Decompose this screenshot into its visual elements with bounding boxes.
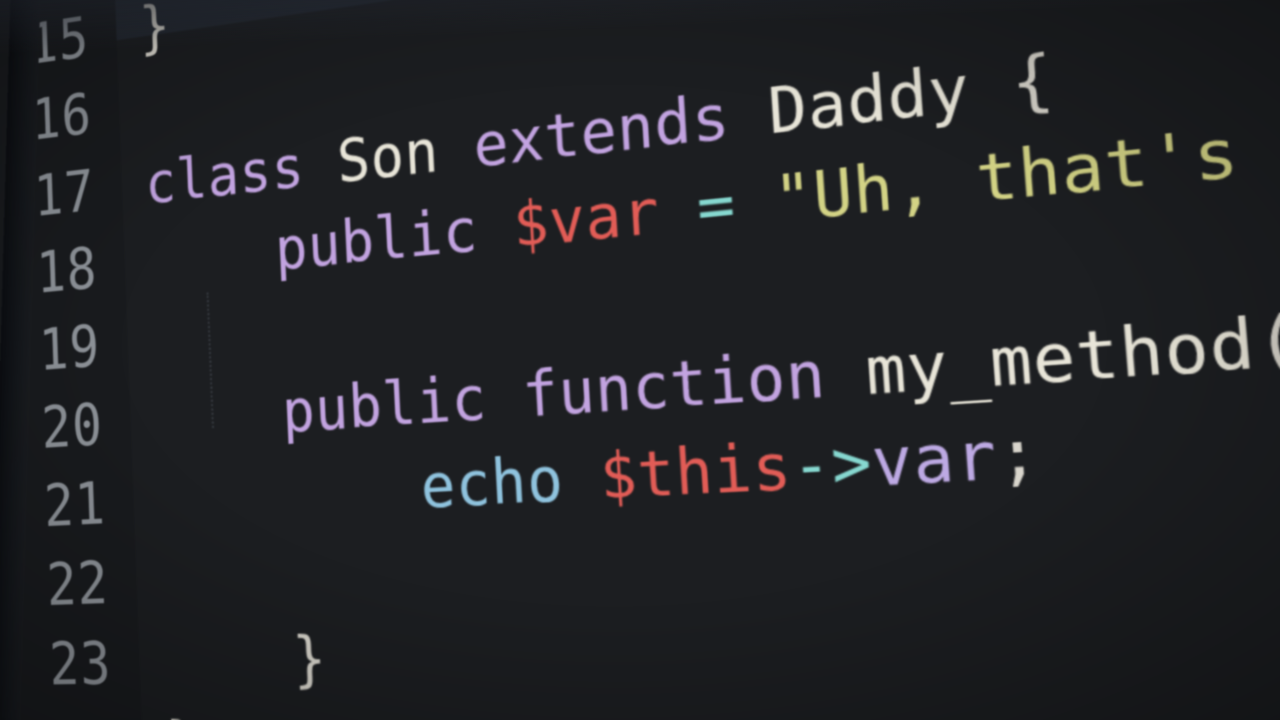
line-number: 24 bbox=[0, 704, 116, 720]
token-op: -> bbox=[789, 423, 875, 505]
token-punc: ; bbox=[994, 413, 1043, 495]
token-kw: class bbox=[144, 131, 306, 217]
token-punc bbox=[476, 190, 515, 265]
token-kw: function bbox=[520, 336, 828, 432]
token-var: $this bbox=[598, 428, 794, 514]
token-punc bbox=[153, 377, 284, 455]
token-name: Son bbox=[336, 115, 441, 196]
code-text[interactable]: } bbox=[165, 703, 200, 720]
token-punc: } bbox=[165, 708, 200, 720]
code-editor-viewport: 13echo "Only14 }15}1617class Son extends… bbox=[0, 0, 1280, 720]
code-lines: 13echo "Only14 }15}1617class Son extends… bbox=[0, 0, 1280, 720]
token-op: = bbox=[695, 166, 738, 244]
code-text[interactable]: } bbox=[138, 0, 172, 68]
line-number: 21 bbox=[0, 464, 107, 551]
token-punc bbox=[823, 333, 869, 413]
token-punc bbox=[967, 45, 1015, 127]
code-text[interactable]: } bbox=[162, 617, 328, 703]
token-punc bbox=[303, 127, 339, 200]
token-name: Daddy bbox=[766, 50, 973, 149]
token-punc: { bbox=[1009, 39, 1058, 122]
token-punc bbox=[156, 451, 423, 535]
line-number: 22 bbox=[0, 544, 110, 629]
token-echo: echo bbox=[419, 442, 565, 522]
token-kw: public bbox=[274, 194, 480, 284]
token-var: $var bbox=[511, 174, 661, 261]
token-punc bbox=[437, 111, 475, 185]
token-punc bbox=[727, 74, 770, 153]
token-punc bbox=[147, 215, 277, 295]
editor-surface[interactable]: 13echo "Only14 }15}1617class Son extends… bbox=[0, 0, 1280, 720]
token-punc: } bbox=[162, 623, 328, 697]
token-kw: public bbox=[281, 361, 489, 446]
line-number: 19 bbox=[0, 307, 101, 398]
token-punc bbox=[657, 170, 699, 248]
token-punc: } bbox=[138, 0, 171, 62]
token-prop: var bbox=[869, 416, 1000, 501]
token-punc bbox=[485, 359, 525, 434]
token-punc bbox=[561, 440, 602, 516]
token-punc bbox=[733, 162, 777, 241]
line-number: 23 bbox=[0, 624, 113, 707]
line-number: 20 bbox=[0, 385, 104, 474]
